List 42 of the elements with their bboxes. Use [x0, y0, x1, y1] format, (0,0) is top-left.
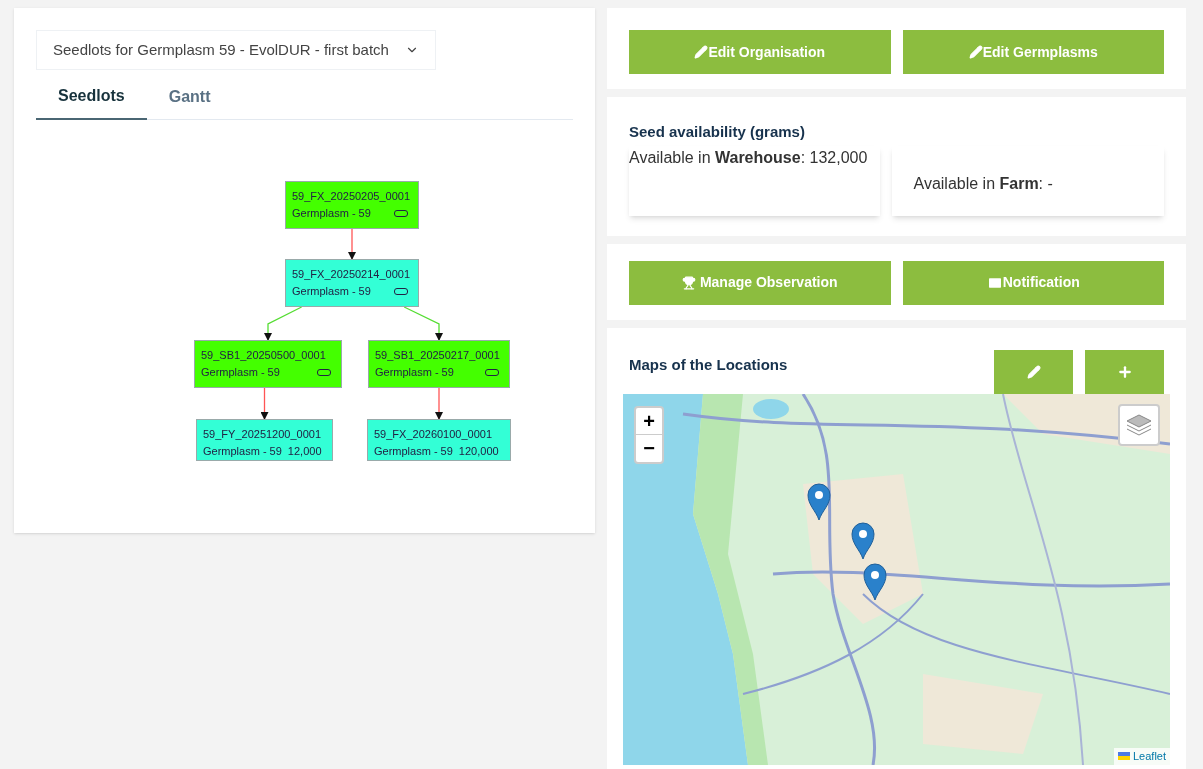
seedlot-code: 59_FY_20251200_0001: [203, 427, 323, 442]
section-title: Maps of the Locations: [629, 354, 788, 375]
zoom-in-button[interactable]: +: [636, 407, 662, 435]
plus-icon: [1116, 363, 1133, 380]
seedlot-code: 59_SB1_20250500_0001: [201, 348, 327, 363]
amount-label: 12,000: [287, 444, 322, 459]
seedlot-node[interactable]: 59_FX_20250205_0001 Germplasm - 59: [285, 181, 419, 229]
seedlot-node[interactable]: 59_SB1_20250217_0001 Germplasm - 59: [368, 340, 510, 388]
germplasm-label: Germplasm - 59: [374, 444, 453, 459]
flag-icon: [1117, 752, 1130, 761]
germplasm-label: Germplasm - 59: [292, 284, 371, 299]
map-marker-icon[interactable]: [863, 562, 887, 601]
zoom-out-button[interactable]: −: [636, 434, 662, 462]
map-marker-icon[interactable]: [851, 521, 875, 560]
tab[interactable]: Gantt: [146, 74, 233, 119]
availability-text: Available in Farm: -: [913, 174, 1053, 192]
pencil-icon: [968, 45, 983, 59]
availability-text: Available in Warehouse: 132,000: [629, 148, 868, 166]
seedlot-node[interactable]: 59_FY_20251200_0001 Germplasm - 59 12,000: [196, 419, 333, 461]
germplasm-label: Germplasm - 59: [375, 365, 454, 380]
seedlot-node[interactable]: 59_FX_20260100_0001 Germplasm - 59 120,000: [367, 419, 511, 461]
seedlot-code: 59_SB1_20250217_0001: [375, 348, 501, 363]
seedlot-node[interactable]: 59_SB1_20250500_0001 Germplasm - 59: [194, 340, 342, 388]
germplasm-label: Germplasm - 59: [201, 365, 280, 380]
seedlot-code: 59_FX_20250214_0001: [292, 267, 412, 282]
pencil-icon: [694, 45, 709, 59]
seedlot-node[interactable]: 59_FX_20250214_0001 Germplasm - 59: [285, 259, 419, 307]
map[interactable]: + − Leaflet: [623, 393, 1170, 765]
germplasm-label: Germplasm - 59: [203, 444, 282, 459]
pencil-icon: [1026, 364, 1041, 379]
map-marker-icon[interactable]: [807, 482, 831, 521]
section-title: Seed availability (grams): [629, 122, 806, 142]
tab[interactable]: Seedlots: [36, 74, 147, 120]
leaflet-link[interactable]: Leaflet: [1132, 748, 1166, 765]
seedlot-dropdown[interactable]: Seedlots for Germplasm 59 - EvolDUR - first batch: [36, 30, 436, 70]
layers-button[interactable]: [1118, 403, 1160, 446]
seedlot-code: 59_FX_20260100_0001: [374, 427, 494, 442]
seedlot-code: 59_FX_20250205_0001: [292, 189, 412, 204]
trophy-icon: [681, 275, 696, 290]
amount-label: 120,000: [458, 444, 499, 459]
germplasm-label: Germplasm - 59: [292, 206, 371, 221]
layers-icon: [1126, 412, 1152, 437]
